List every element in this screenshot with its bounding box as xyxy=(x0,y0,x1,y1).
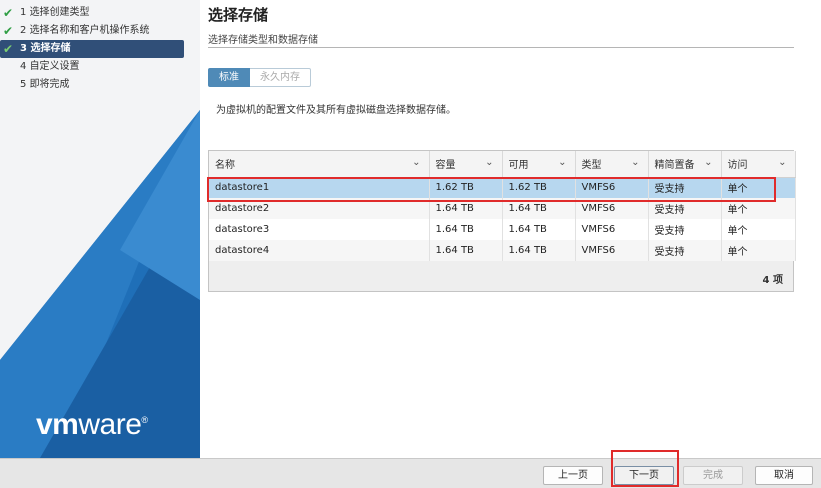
cell-type: VMFS6 xyxy=(575,240,649,261)
column-header-free[interactable]: 可用 ⌄ xyxy=(502,151,576,178)
column-header-thin-provisioning[interactable]: 精简置备 ⌄ xyxy=(648,151,722,178)
page-subtitle: 选择存储类型和数据存储 xyxy=(208,35,318,46)
main-panel: 选择存储 选择存储类型和数据存储 标准 永久内存 为虚拟机的配置文件及其所有虚拟… xyxy=(200,0,821,458)
check-icon: ✔ xyxy=(3,6,14,20)
cell-capacity: 1.64 TB xyxy=(429,219,503,240)
next-button[interactable]: 下一页 xyxy=(614,466,674,485)
item-count: 4 项 xyxy=(762,275,783,286)
check-icon: ✔ xyxy=(3,24,14,38)
chevron-down-icon[interactable]: ⌄ xyxy=(412,157,420,168)
cell-capacity: 1.62 TB xyxy=(429,177,503,198)
step-label: 即将完成 xyxy=(29,79,70,90)
step-label: 选择创建类型 xyxy=(29,7,90,18)
wizard-step-3[interactable]: ✔ 3 选择存储 xyxy=(0,40,184,58)
instruction-text: 为虚拟机的配置文件及其所有虚拟磁盘选择数据存储。 xyxy=(216,105,456,116)
step-label: 自定义设置 xyxy=(29,61,80,72)
wizard-button-bar: 上一页 下一页 完成 取消 xyxy=(0,458,821,488)
cell-access: 单个 xyxy=(721,198,796,219)
cell-capacity: 1.64 TB xyxy=(429,240,503,261)
step-number: 1 xyxy=(20,7,27,18)
finish-button: 完成 xyxy=(683,466,743,485)
cell-free: 1.64 TB xyxy=(502,219,576,240)
cell-free: 1.62 TB xyxy=(502,177,576,198)
cancel-button[interactable]: 取消 xyxy=(755,466,813,485)
cell-access: 单个 xyxy=(721,177,796,198)
cell-name: datastore4 xyxy=(209,240,430,261)
cell-free: 1.64 TB xyxy=(502,198,576,219)
cell-thin-provisioning: 受支持 xyxy=(648,198,722,219)
cell-thin-provisioning: 受支持 xyxy=(648,240,722,261)
table-row[interactable]: datastore1 1.62 TB 1.62 TB VMFS6 受支持 单个 xyxy=(209,177,796,198)
cell-free: 1.64 TB xyxy=(502,240,576,261)
storage-type-tabs: 标准 永久内存 xyxy=(208,68,311,87)
chevron-down-icon[interactable]: ⌄ xyxy=(704,157,712,168)
step-label: 选择名称和客户机操作系统 xyxy=(29,25,150,36)
wizard-sidebar: ✔ 1 选择创建类型 ✔ 2 选择名称和客户机操作系统 ✔ 3 选择存储 4 自… xyxy=(0,0,200,458)
vmware-logo: vmware® xyxy=(36,408,148,441)
cell-name: datastore2 xyxy=(209,198,430,219)
tab-persistent-memory: 永久内存 xyxy=(250,68,311,87)
cell-capacity: 1.64 TB xyxy=(429,198,503,219)
chevron-down-icon[interactable]: ⌄ xyxy=(485,157,493,168)
table-footer: 4 项 xyxy=(209,263,793,291)
wizard-dialog: ✔ 1 选择创建类型 ✔ 2 选择名称和客户机操作系统 ✔ 3 选择存储 4 自… xyxy=(0,0,821,488)
step-number: 5 xyxy=(20,79,27,90)
tab-standard[interactable]: 标准 xyxy=(208,68,250,87)
cell-thin-provisioning: 受支持 xyxy=(648,177,722,198)
back-button[interactable]: 上一页 xyxy=(543,466,603,485)
page-title: 选择存储 xyxy=(208,6,269,24)
wizard-step-1[interactable]: ✔ 1 选择创建类型 xyxy=(0,4,200,22)
cell-name: datastore3 xyxy=(209,219,430,240)
cell-access: 单个 xyxy=(721,219,796,240)
table-row[interactable]: datastore2 1.64 TB 1.64 TB VMFS6 受支持 单个 xyxy=(209,198,796,219)
step-label: 选择存储 xyxy=(30,43,71,54)
cell-name: datastore1 xyxy=(209,177,430,198)
step-number: 2 xyxy=(20,25,27,36)
step-number: 3 xyxy=(20,43,27,54)
title-divider xyxy=(208,47,794,48)
cell-type: VMFS6 xyxy=(575,198,649,219)
column-header-access[interactable]: 访问 ⌄ xyxy=(721,151,796,178)
chevron-down-icon[interactable]: ⌄ xyxy=(778,157,786,168)
column-header-type[interactable]: 类型 ⌄ xyxy=(575,151,649,178)
wizard-step-2[interactable]: ✔ 2 选择名称和客户机操作系统 xyxy=(0,22,200,40)
wizard-step-5[interactable]: 5 即将完成 xyxy=(0,76,200,94)
column-header-capacity[interactable]: 容量 ⌄ xyxy=(429,151,503,178)
chevron-down-icon[interactable]: ⌄ xyxy=(558,157,566,168)
cell-type: VMFS6 xyxy=(575,177,649,198)
table-row[interactable]: datastore4 1.64 TB 1.64 TB VMFS6 受支持 单个 xyxy=(209,240,796,261)
wizard-step-4[interactable]: 4 自定义设置 xyxy=(0,58,200,76)
cell-thin-provisioning: 受支持 xyxy=(648,219,722,240)
cell-access: 单个 xyxy=(721,240,796,261)
wizard-steps: ✔ 1 选择创建类型 ✔ 2 选择名称和客户机操作系统 ✔ 3 选择存储 4 自… xyxy=(0,4,200,94)
step-number: 4 xyxy=(20,61,27,72)
chevron-down-icon[interactable]: ⌄ xyxy=(631,157,639,168)
check-icon: ✔ xyxy=(3,42,14,56)
column-header-name[interactable]: 名称 ⌄ xyxy=(209,151,430,178)
table-row[interactable]: datastore3 1.64 TB 1.64 TB VMFS6 受支持 单个 xyxy=(209,219,796,240)
datastore-table: 名称 ⌄ 容量 ⌄ 可用 ⌄ 类型 ⌄ 精简置备 ⌄ 访问 ⌄ datastore1 1.6… xyxy=(208,150,796,292)
cell-type: VMFS6 xyxy=(575,219,649,240)
